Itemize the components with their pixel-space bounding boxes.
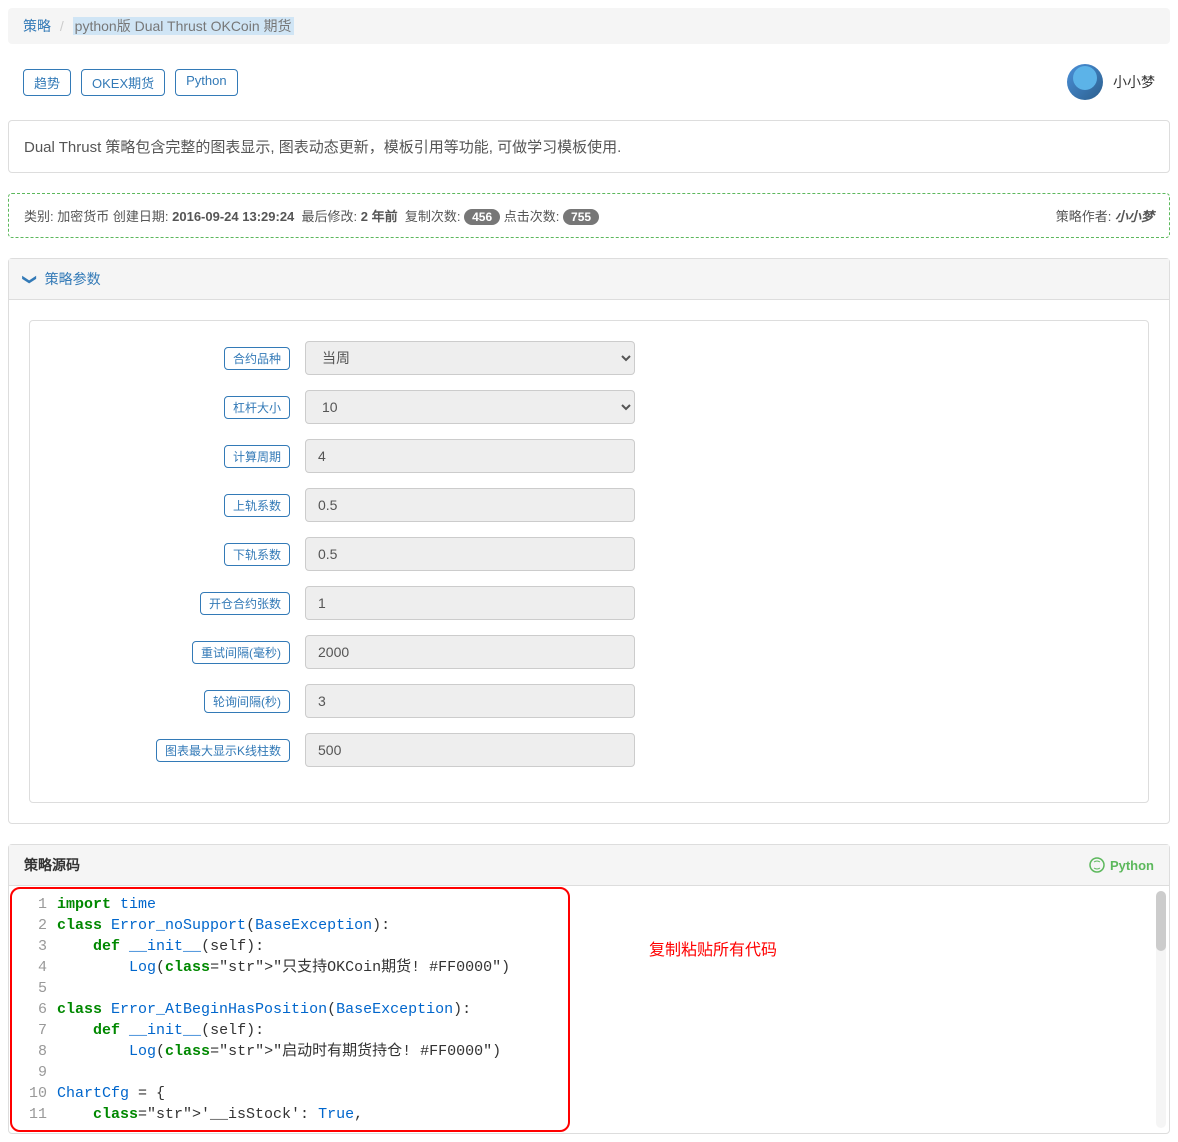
param-label: 开仓合约张数 <box>200 592 290 615</box>
breadcrumb-root[interactable]: 策略 <box>23 18 51 34</box>
python-badge: Python <box>1089 857 1154 873</box>
meta-copy-label: 复制次数: <box>405 209 461 224</box>
meta-modified-value: 2 年前 <box>361 209 398 224</box>
param-input[interactable] <box>305 635 635 669</box>
meta-created-value: 2016-09-24 13:29:24 <box>172 209 294 224</box>
param-row: 杠杆大小 10 <box>45 390 1133 424</box>
tags-container: 趋势 OKEX期货 Python <box>23 69 238 96</box>
meta-category-value: 加密货币 <box>57 209 109 224</box>
param-label: 图表最大显示K线柱数 <box>156 739 290 762</box>
param-label: 下轨系数 <box>224 543 290 566</box>
meta-category-label: 类别: <box>24 209 54 224</box>
source-panel: 策略源码 Python 1234567891011 import timecla… <box>8 844 1170 1134</box>
params-heading-text: 策略参数 <box>45 271 101 287</box>
param-input[interactable] <box>305 439 635 473</box>
description-box: Dual Thrust 策略包含完整的图表显示, 图表动态更新，模板引用等功能,… <box>8 120 1170 173</box>
params-heading[interactable]: ❯ 策略参数 <box>9 259 1169 300</box>
breadcrumb-current: python版 Dual Thrust OKCoin 期货 <box>73 17 294 35</box>
param-input[interactable] <box>305 733 635 767</box>
param-label: 计算周期 <box>224 445 290 468</box>
param-row: 轮询间隔(秒) <box>45 684 1133 718</box>
param-input[interactable] <box>305 537 635 571</box>
scrollbar-thumb[interactable] <box>1156 891 1166 951</box>
tag-okex[interactable]: OKEX期货 <box>81 69 165 96</box>
param-input[interactable]: 当周 <box>305 341 635 375</box>
tag-trend[interactable]: 趋势 <box>23 69 71 96</box>
code-box[interactable]: 1234567891011 import timeclass Error_noS… <box>10 887 570 1132</box>
meta-author-value: 小小梦 <box>1115 209 1154 224</box>
param-row: 重试间隔(毫秒) <box>45 635 1133 669</box>
param-input[interactable] <box>305 684 635 718</box>
code-gutter: 1234567891011 <box>12 894 57 1125</box>
param-input[interactable]: 10 <box>305 390 635 424</box>
meta-click-badge: 755 <box>563 209 599 225</box>
param-label: 重试间隔(毫秒) <box>192 641 290 664</box>
param-row: 开仓合约张数 <box>45 586 1133 620</box>
meta-copy-badge: 456 <box>464 209 500 225</box>
avatar <box>1067 64 1103 100</box>
meta-modified-label: 最后修改: <box>302 209 358 224</box>
param-input[interactable] <box>305 586 635 620</box>
source-heading-text: 策略源码 <box>24 855 80 875</box>
breadcrumb-separator: / <box>55 18 69 34</box>
meta-click-label: 点击次数: <box>504 209 560 224</box>
param-row: 计算周期 <box>45 439 1133 473</box>
meta-box: 类别: 加密货币 创建日期: 2016-09-24 13:29:24 最后修改:… <box>8 193 1170 238</box>
meta-author-label: 策略作者: <box>1056 209 1112 224</box>
overlay-note: 复制粘贴所有代码 <box>649 936 777 960</box>
param-label: 轮询间隔(秒) <box>204 690 290 713</box>
param-input[interactable] <box>305 488 635 522</box>
param-row: 下轨系数 <box>45 537 1133 571</box>
param-label: 杠杆大小 <box>224 396 290 419</box>
author-name: 小小梦 <box>1113 72 1155 92</box>
params-form: 合约品种当周杠杆大小10计算周期上轨系数下轨系数开仓合约张数重试间隔(毫秒)轮询… <box>29 320 1149 803</box>
param-label: 合约品种 <box>224 347 290 370</box>
author-block[interactable]: 小小梦 <box>1067 64 1155 100</box>
meta-created-label: 创建日期: <box>113 209 169 224</box>
code-container: 1234567891011 import timeclass Error_noS… <box>9 886 1169 1133</box>
params-panel: ❯ 策略参数 合约品种当周杠杆大小10计算周期上轨系数下轨系数开仓合约张数重试间… <box>8 258 1170 824</box>
param-row: 上轨系数 <box>45 488 1133 522</box>
python-icon <box>1089 857 1105 873</box>
param-label: 上轨系数 <box>224 494 290 517</box>
param-row: 图表最大显示K线柱数 <box>45 733 1133 767</box>
chevron-down-icon: ❯ <box>21 274 38 286</box>
breadcrumb: 策略 / python版 Dual Thrust OKCoin 期货 <box>8 8 1170 44</box>
code-lines[interactable]: import timeclass Error_noSupport(BaseExc… <box>57 894 568 1125</box>
param-row: 合约品种当周 <box>45 341 1133 375</box>
tag-python[interactable]: Python <box>175 69 237 96</box>
